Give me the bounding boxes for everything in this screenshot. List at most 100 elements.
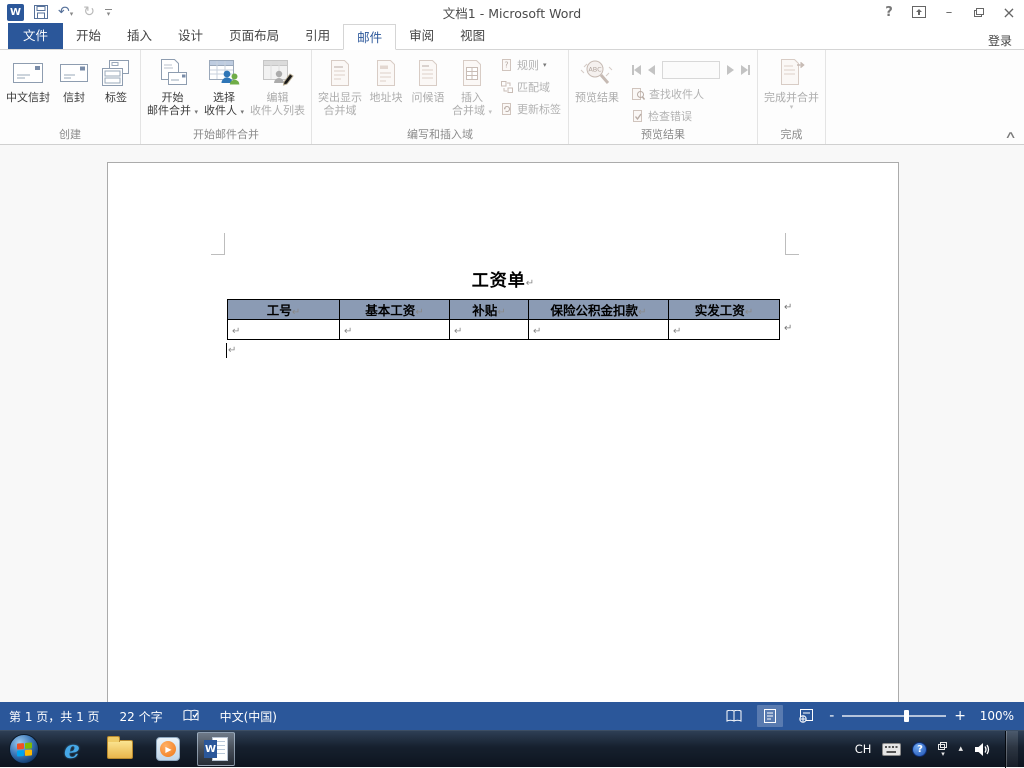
page-indicator[interactable]: 第 1 页，共 1 页 [9, 708, 100, 725]
table-cell[interactable]: ↵ [339, 319, 450, 340]
group-label-write-insert-fields: 编写和插入域 [407, 128, 474, 141]
header-cell[interactable]: 基本工资↵ [339, 299, 450, 320]
read-mode-button[interactable] [721, 705, 747, 727]
header-cell[interactable]: 实发工资↵ [668, 299, 780, 320]
proofing-status-icon[interactable] [183, 709, 200, 723]
insert-merge-field-button[interactable]: 插入 合并域 ▾ [449, 51, 495, 127]
header-cell[interactable]: 工号↵ [227, 299, 340, 320]
tab-mailings[interactable]: 邮件 [343, 24, 397, 50]
previous-record-button[interactable] [648, 65, 656, 75]
rules-button[interactable]: ? 规则 ▾ [501, 57, 561, 73]
tab-page-layout[interactable]: 页面布局 [216, 23, 292, 49]
next-record-button[interactable] [727, 65, 735, 75]
language-bar-restore-button[interactable]: ▾ [938, 741, 948, 757]
header-cell[interactable]: 保险公积金扣款↵ [528, 299, 669, 320]
paragraph-mark-icon: ↵ [344, 326, 353, 337]
volume-icon[interactable] [974, 742, 990, 757]
tab-home[interactable]: 开始 [63, 23, 114, 49]
group-label-create: 创建 [59, 128, 81, 141]
file-explorer-button[interactable] [101, 732, 139, 766]
edit-recipient-list-button[interactable]: 编辑 收件人列表 [247, 51, 308, 127]
svg-text:ABC: ABC [588, 66, 602, 74]
zoom-slider[interactable] [842, 710, 947, 722]
table-cell[interactable]: ↵ [528, 319, 669, 340]
zoom-level[interactable]: 100% [976, 709, 1014, 723]
word-app-icon[interactable]: W [7, 3, 24, 21]
ribbon-display-options-button[interactable] [904, 1, 934, 23]
minimize-button[interactable]: – [934, 1, 964, 23]
help-button[interactable]: ? [874, 1, 904, 23]
collapse-ribbon-button[interactable]: ∧ [1004, 130, 1016, 141]
highlight-merge-fields-button[interactable]: 突出显示 合并域 [315, 51, 365, 127]
check-errors-button[interactable]: 检查错误 [632, 108, 750, 124]
start-mail-merge-button[interactable]: 开始 邮件合并 ▾ [144, 51, 201, 127]
start-mail-merge-icon [158, 55, 188, 91]
table-cell[interactable]: ↵ [449, 319, 529, 340]
address-block-button[interactable]: 地址块 [365, 51, 407, 127]
envelope-button[interactable]: 信封 [53, 51, 95, 127]
internet-explorer-button[interactable]: e [53, 732, 91, 766]
header-cell[interactable]: 补贴↵ [449, 299, 529, 320]
internet-explorer-icon: e [64, 734, 80, 764]
svg-text:?: ? [504, 61, 508, 70]
find-recipient-button[interactable]: 查找收件人 [632, 86, 750, 102]
last-record-button[interactable] [741, 65, 751, 75]
tab-insert[interactable]: 插入 [114, 23, 165, 49]
preview-results-button[interactable]: ABC 预览结果 [572, 51, 622, 127]
dropdown-arrow-icon: ▾ [789, 103, 794, 111]
tab-view[interactable]: 视图 [447, 23, 498, 49]
table-cell[interactable]: ↵ [227, 319, 340, 340]
row-end-mark-icon: ↵ [784, 302, 793, 313]
check-errors-icon [632, 110, 644, 122]
text-boundary-mark [211, 233, 225, 255]
sign-in-link[interactable]: 登录 [988, 32, 1024, 49]
table-cell[interactable]: ↵ [668, 319, 780, 340]
show-hidden-icons-button[interactable]: ▴ [958, 744, 963, 754]
update-labels-button[interactable]: 更新标签 [501, 101, 561, 117]
tab-file[interactable]: 文件 [8, 23, 64, 49]
zoom-slider-thumb[interactable] [904, 710, 910, 722]
windows-taskbar: e ▶ W CH ? ▾ ▴ [0, 730, 1024, 768]
zoom-out-button[interactable]: - [829, 709, 834, 723]
finish-merge-button[interactable]: 完成并合并 ▾ [761, 51, 822, 127]
paragraph-mark-icon: ↵ [673, 326, 682, 337]
document-page[interactable]: 工资单↵ 工号↵ 基本工资↵ 补贴↵ 保险公积金扣款↵ 实发工资↵ ↵ ↵ ↵ … [107, 162, 899, 702]
language-indicator[interactable]: 中文(中国) [220, 708, 277, 725]
redo-button[interactable]: ↻ [83, 5, 95, 19]
paragraph-mark-icon: ↵ [415, 307, 424, 318]
start-button[interactable] [9, 734, 39, 764]
greeting-line-button[interactable]: 问候语 [407, 51, 449, 127]
finish-merge-icon [777, 55, 807, 91]
web-layout-button[interactable] [793, 705, 819, 727]
document-heading: 工资单↵ [471, 271, 535, 291]
help-tray-icon[interactable]: ? [912, 741, 928, 757]
tab-references[interactable]: 引用 [292, 23, 343, 49]
restore-button[interactable] [964, 1, 994, 23]
undo-button[interactable]: ↶▾ [58, 5, 73, 19]
select-recipients-button[interactable]: 选择 收件人 ▾ [201, 51, 247, 127]
print-layout-button[interactable] [757, 705, 784, 727]
labels-button[interactable]: 标签 [95, 51, 137, 127]
first-record-button[interactable] [632, 65, 642, 75]
media-player-button[interactable]: ▶ [149, 732, 187, 766]
show-desktop-button[interactable] [1005, 730, 1018, 768]
insert-merge-field-icon [459, 55, 485, 91]
keyboard-layout-icon[interactable] [882, 742, 902, 756]
tab-design[interactable]: 设计 [165, 23, 216, 49]
paragraph-mark-icon: ↵ [228, 345, 237, 356]
record-number-input[interactable] [662, 61, 721, 79]
ribbon-group-preview-results: ABC 预览结果 查找收件人 检查错误 预览结果 [569, 50, 759, 144]
customize-qat-button[interactable]: ▾ [104, 8, 112, 17]
tab-review[interactable]: 审阅 [396, 23, 447, 49]
edit-recipient-list-icon [262, 55, 294, 91]
record-navigation [632, 60, 751, 80]
zoom-in-button[interactable]: + [954, 709, 966, 723]
input-language-indicator[interactable]: CH [855, 742, 872, 756]
chinese-envelope-button[interactable]: 中文信封 [3, 51, 53, 127]
word-count[interactable]: 22 个字 [120, 708, 163, 725]
save-button[interactable] [34, 5, 48, 19]
match-fields-button[interactable]: 匹配域 [501, 79, 561, 95]
close-button[interactable]: × [994, 1, 1024, 23]
insertion-paragraph[interactable]: ↵ [226, 343, 236, 358]
word-taskbar-button[interactable]: W [197, 732, 235, 766]
